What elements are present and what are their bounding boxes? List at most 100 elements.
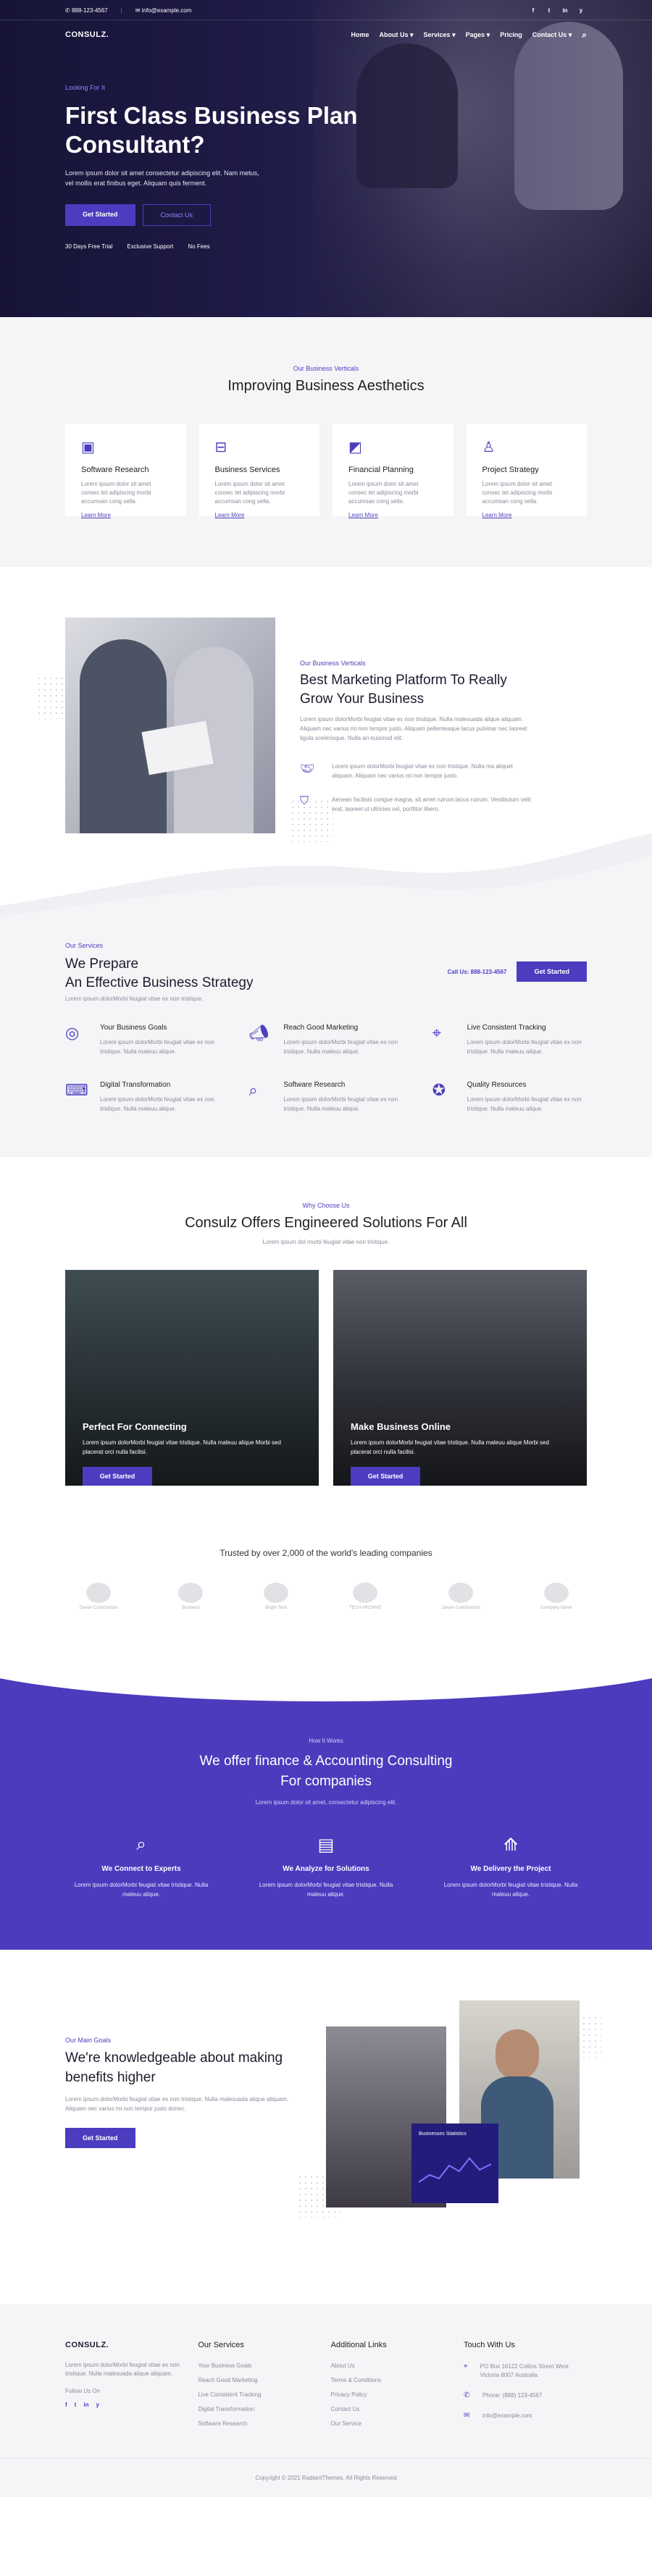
mail-icon: ✉ — [463, 2412, 470, 2420]
youtube-icon[interactable]: y — [575, 4, 587, 16]
email-info[interactable]: ✉ info@example.com — [135, 7, 192, 14]
contact-us-button[interactable]: Contact Us — [142, 204, 212, 226]
footer-link[interactable]: Privacy Policy — [331, 2391, 454, 2398]
facebook-icon[interactable]: f — [65, 2402, 67, 2408]
hero-title: First Class Business Plan Consultant? — [65, 102, 358, 158]
client-logo: Company Name — [541, 1583, 572, 1610]
section-kicker: Our Services — [65, 942, 104, 949]
feature-item: 🤝︎ Lorem ipsum dolorMorbi feugiat vitae … — [300, 763, 513, 779]
mail-icon: ✉ — [135, 7, 142, 14]
goals-section: Our Main Goals We're knowledgeable about… — [0, 1950, 652, 2304]
analytics-icon: ▤ — [317, 1835, 335, 1855]
section-subtitle: Lorem ipsum dol morbi feugiat vitae non … — [262, 1239, 390, 1245]
hero-feature: 30 Days Free Trial — [65, 243, 113, 250]
phone-info[interactable]: ✆ 888-123-4567 — [65, 7, 108, 14]
learn-more-link[interactable]: Learn More — [482, 512, 572, 518]
chevron-down-icon: ▾ — [452, 30, 456, 38]
nav-pricing[interactable]: Pricing — [500, 31, 522, 38]
hero-text: Lorem ipsum dolor sit amet consectetur a… — [65, 169, 259, 187]
service-item: ⌕ Software Research Lorem ipsum dolorMorbi… — [248, 1081, 398, 1112]
nav-home[interactable]: Home — [351, 31, 369, 38]
trusted-heading: Trusted by over 2,000 of the world's lea… — [220, 1548, 432, 1558]
section-text: Lorem ipsum dolorMorbi feugiat vitae ex … — [65, 2096, 289, 2112]
chevron-down-icon: ▾ — [486, 30, 490, 38]
section-kicker: How It Works — [309, 1738, 343, 1744]
section-title: Best Marketing Platform To Really Grow Y… — [300, 673, 507, 707]
client-logo: Bright Tech — [264, 1583, 289, 1610]
footer-link[interactable]: Terms & Conditions — [331, 2377, 454, 2383]
service-item: ⌖ Live Consistent Tracking Lorem ipsum dol… — [432, 1024, 582, 1055]
nav-pages[interactable]: Pages ▾ — [466, 31, 490, 39]
step-item: ⟰ We Delivery the Project Lorem ipsum dolo… — [435, 1835, 587, 1899]
verticals-section: Our Business Verticals Improving Busines… — [0, 317, 652, 567]
footer-link[interactable]: Live Consistent Tracking — [198, 2391, 321, 2398]
footer-link[interactable]: Contact Us — [331, 2406, 454, 2412]
chevron-down-icon: ▾ — [568, 30, 572, 38]
vertical-card: ▣ Software Research Lorem ipsum dolor si… — [65, 424, 186, 518]
client-logo: Business — [178, 1583, 204, 1610]
vertical-card: ⊟ Business Services Lorem ipsum dolor si… — [198, 424, 319, 518]
learn-more-link[interactable]: Learn More — [215, 512, 304, 518]
copyright: Copyright © 2021 RadiantThemes. All Righ… — [0, 2458, 652, 2497]
twitter-icon[interactable]: t — [543, 4, 555, 16]
get-started-button[interactable]: Get Started — [65, 2128, 135, 2148]
service-item: 📣︎ Reach Good Marketing Lorem ipsum dolorM… — [248, 1024, 398, 1055]
get-started-button[interactable]: Get Started — [83, 1467, 152, 1486]
chevron-down-icon: ▾ — [409, 30, 414, 38]
section-kicker: Our Main Goals — [65, 2037, 112, 2044]
client-logo: Devon Construction — [442, 1583, 480, 1610]
hero-kicker: Looking For It — [65, 84, 106, 91]
client-logos: Devon Construction Business Bright Tech … — [65, 1583, 587, 1610]
instagram-icon[interactable]: in — [559, 4, 571, 16]
client-logo: TECH ARCHIVE — [349, 1583, 381, 1610]
footer-link[interactable]: Our Service — [331, 2420, 454, 2427]
chess-icon: ♙ — [482, 439, 496, 455]
search-icon[interactable]: ⌕ — [582, 30, 587, 41]
get-started-button[interactable]: Get Started — [517, 961, 587, 982]
section-title: Improving Business Aesthetics — [227, 378, 425, 394]
follow-label: Follow Us On — [65, 2388, 101, 2394]
why-section: Why Choose Us Consulz Offers Engineered … — [0, 1157, 652, 1651]
feature-item: ⛉ Aenean facilisis congue magna, sit ame… — [300, 795, 531, 812]
footer-link[interactable]: About Us — [331, 2362, 454, 2369]
footer-link[interactable]: Digital Transformation — [198, 2406, 321, 2412]
footer-logo[interactable]: CONSULZ. — [65, 2341, 188, 2349]
section-kicker: Our Business Verticals — [300, 660, 366, 667]
learn-more-link[interactable]: Learn More — [348, 512, 438, 518]
hero-feature: No Fees — [188, 243, 210, 250]
client-logo: Devon Construction — [80, 1583, 118, 1610]
service-item: ✪ Quality Resources Lorem ipsum dolorMorbi… — [432, 1081, 582, 1112]
section-kicker: Why Choose Us — [302, 1202, 350, 1209]
briefcase-icon: ⊟ — [214, 439, 227, 455]
service-item: ◎ Your Business Goals Lorem ipsum dolorMor… — [65, 1024, 214, 1055]
hero-feature: Exclusive Support — [127, 243, 174, 250]
section-text: Lorem ipsum dolorMorbi feugiat vitae ex … — [300, 716, 527, 741]
location-icon: ⌖ — [432, 1024, 442, 1042]
why-card: Make Business Online Lorem ipsum dolorMo… — [333, 1270, 587, 1486]
get-started-button[interactable]: Get Started — [65, 204, 135, 226]
phone-icon: ✆ — [65, 7, 72, 14]
facebook-icon[interactable]: f — [527, 4, 539, 16]
browser-icon: ▣ — [81, 439, 95, 455]
nav-services[interactable]: Services ▾ — [424, 31, 456, 39]
twitter-icon[interactable]: t — [75, 2402, 77, 2408]
nav-contact[interactable]: Contact Us ▾ — [532, 31, 572, 39]
statistics-graph — [418, 2157, 492, 2183]
instagram-icon[interactable]: in — [83, 2402, 88, 2408]
logo[interactable]: CONSULZ. — [65, 30, 109, 39]
section-subtitle: Lorem ipsum dolor sit amet, consectetur … — [255, 1799, 397, 1806]
nav-about[interactable]: About Us ▾ — [379, 31, 413, 39]
learn-more-link[interactable]: Learn More — [81, 512, 170, 518]
section-kicker: Our Business Verticals — [293, 365, 359, 372]
section-title: We're knowledgeable about making benefit… — [65, 2050, 283, 2085]
why-card: Perfect For Connecting Lorem ipsum dolor… — [65, 1270, 319, 1486]
footer-link[interactable]: Your Business Goals — [198, 2362, 321, 2369]
step-item: ⌕ We Connect to Experts Lorem ipsum dolorM… — [65, 1835, 217, 1899]
get-started-button[interactable]: Get Started — [351, 1467, 420, 1486]
phone-icon: ✆ — [463, 2391, 470, 2399]
footer-link[interactable]: Reach Good Marketing — [198, 2377, 321, 2383]
footer-link[interactable]: Software Research — [198, 2420, 321, 2427]
youtube-icon[interactable]: y — [96, 2402, 99, 2408]
call-us-link[interactable]: Call Us: 888-123-4567 — [448, 969, 507, 975]
section-subtitle: Lorem ipsum dolorMorbi feugiat vitae ex … — [65, 996, 204, 1002]
